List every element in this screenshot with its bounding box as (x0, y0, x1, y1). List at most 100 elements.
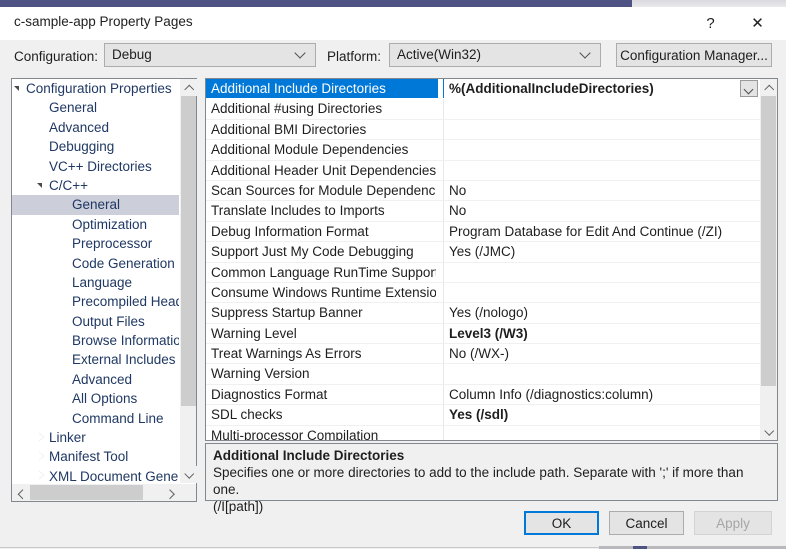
tree-item-advanced[interactable]: Advanced (12, 118, 179, 137)
tree-item-general[interactable]: General (12, 195, 179, 214)
property-value[interactable]: No (449, 181, 758, 200)
triangle-right-icon[interactable] (35, 467, 49, 483)
triangle-down-icon[interactable] (35, 176, 49, 195)
tree-vertical-scrollbar[interactable] (179, 79, 196, 483)
property-value[interactable]: Level3 (/W3) (449, 324, 758, 343)
property-row[interactable]: Consume Windows Runtime Extension (206, 283, 760, 303)
configuration-manager-button[interactable]: Configuration Manager... (616, 43, 772, 67)
configuration-dropdown[interactable]: Debug (104, 43, 316, 67)
property-row[interactable]: Treat Warnings As ErrorsNo (/WX-) (206, 344, 760, 364)
chevron-down-icon (581, 48, 592, 59)
triangle-right-icon[interactable] (35, 428, 49, 447)
tree-item-all-options[interactable]: All Options (12, 389, 179, 408)
tree-item-label: Advanced (49, 118, 109, 137)
property-value[interactable] (449, 161, 758, 180)
tree-item-general[interactable]: General (12, 98, 179, 117)
property-row[interactable]: Debug Information FormatProgram Database… (206, 222, 760, 242)
scroll-down-arrow-icon[interactable] (760, 423, 777, 440)
property-row[interactable]: Additional BMI Directories (206, 120, 760, 140)
property-value[interactable]: Yes (/JMC) (449, 242, 758, 261)
description-line-1: Specifies one or more directories to add… (213, 464, 770, 498)
property-row[interactable]: Additional Header Unit Dependencies (206, 161, 760, 181)
column-divider (443, 324, 444, 343)
property-row[interactable]: Suppress Startup BannerYes (/nologo) (206, 303, 760, 323)
tree-horizontal-scrollbar[interactable] (12, 483, 196, 501)
platform-dropdown[interactable]: Active(Win32) (389, 43, 601, 67)
column-divider (443, 99, 444, 118)
property-value[interactable] (449, 140, 758, 159)
tree-item-xml-document-generator[interactable]: XML Document Generator (12, 467, 179, 483)
property-value[interactable]: Program Database for Edit And Continue (… (449, 222, 758, 241)
tree-hscroll-thumb[interactable] (30, 485, 143, 500)
tree-item-language[interactable]: Language (12, 273, 179, 292)
tree-item-linker[interactable]: Linker (12, 428, 179, 447)
property-value[interactable]: No (449, 201, 758, 220)
triangle-right-icon[interactable] (35, 447, 49, 466)
tree-item-manifest-tool[interactable]: Manifest Tool (12, 447, 179, 466)
tree-item-output-files[interactable]: Output Files (12, 312, 179, 331)
grid-scroll-thumb[interactable] (761, 96, 776, 386)
property-value[interactable] (449, 99, 758, 118)
scroll-right-arrow-icon[interactable] (162, 484, 179, 501)
tree-item-command-line[interactable]: Command Line (12, 409, 179, 428)
property-row[interactable]: Additional #using Directories (206, 99, 760, 119)
tree-item-label: All Options (72, 389, 137, 408)
property-value[interactable]: No (/WX-) (449, 344, 758, 363)
scroll-up-arrow-icon[interactable] (180, 79, 197, 96)
cancel-button[interactable]: Cancel (609, 511, 684, 535)
grid-vertical-scrollbar[interactable] (760, 79, 777, 440)
tree-item-code-generation[interactable]: Code Generation (12, 254, 179, 273)
close-icon[interactable]: ✕ (735, 7, 780, 39)
property-grid[interactable]: Additional Include Directories%(Addition… (206, 79, 760, 440)
ok-button[interactable]: OK (524, 511, 599, 535)
scroll-up-arrow-icon[interactable] (760, 79, 777, 96)
tree-item-optimization[interactable]: Optimization (12, 215, 179, 234)
property-row[interactable]: Multi-processor Compilation (206, 426, 760, 440)
tree-item-preprocessor[interactable]: Preprocessor (12, 234, 179, 253)
title-bar: c-sample-app Property Pages ? ✕ (0, 7, 786, 40)
tree-item-label: Command Line (72, 409, 164, 428)
property-row[interactable]: Common Language RunTime Support (206, 263, 760, 283)
column-divider (443, 222, 444, 241)
help-icon[interactable]: ? (688, 7, 733, 39)
triangle-down-icon[interactable] (12, 79, 26, 98)
property-row[interactable]: Warning LevelLevel3 (/W3) (206, 324, 760, 344)
tree-item-label: Precompiled Headers (72, 292, 179, 311)
property-row[interactable]: Warning Version (206, 364, 760, 384)
property-value[interactable]: Column Info (/diagnostics:column) (449, 385, 758, 404)
property-value[interactable] (449, 426, 758, 440)
value-dropdown-button[interactable] (740, 80, 758, 97)
property-value[interactable]: Yes (/sdl) (449, 405, 758, 424)
tree-item-debugging[interactable]: Debugging (12, 137, 179, 156)
property-row[interactable]: Additional Include Directories%(Addition… (206, 79, 760, 99)
column-divider (443, 161, 444, 180)
property-row[interactable]: SDL checksYes (/sdl) (206, 405, 760, 425)
property-row[interactable]: Additional Module Dependencies (206, 140, 760, 160)
configuration-label: Configuration: (14, 49, 98, 64)
property-value[interactable]: %(AdditionalIncludeDirectories) (449, 79, 736, 98)
property-value[interactable] (449, 283, 758, 302)
property-name: Additional #using Directories (211, 99, 436, 118)
properties-tree[interactable]: Configuration PropertiesGeneralAdvancedD… (12, 79, 179, 483)
property-value[interactable] (449, 263, 758, 282)
column-divider (443, 79, 444, 98)
property-row[interactable]: Support Just My Code DebuggingYes (/JMC) (206, 242, 760, 262)
tree-scroll-thumb[interactable] (181, 96, 196, 406)
tree-item-browse-information[interactable]: Browse Information (12, 331, 179, 350)
column-divider (443, 140, 444, 159)
property-value[interactable] (449, 364, 758, 383)
tree-item-external-includes[interactable]: External Includes (12, 350, 179, 369)
property-value[interactable]: Yes (/nologo) (449, 303, 758, 322)
property-row[interactable]: Diagnostics FormatColumn Info (/diagnost… (206, 385, 760, 405)
property-name: Translate Includes to Imports (211, 201, 436, 220)
scroll-down-arrow-icon[interactable] (180, 466, 197, 483)
tree-item-vc-directories[interactable]: VC++ Directories (12, 157, 179, 176)
scroll-left-arrow-icon[interactable] (12, 484, 29, 501)
tree-item-precompiled-headers[interactable]: Precompiled Headers (12, 292, 179, 311)
property-row[interactable]: Scan Sources for Module DependenciesNo (206, 181, 760, 201)
tree-item-configuration-properties[interactable]: Configuration Properties (12, 79, 179, 98)
property-value[interactable] (449, 120, 758, 139)
tree-item-advanced[interactable]: Advanced (12, 370, 179, 389)
tree-item-c-c[interactable]: C/C++ (12, 176, 179, 195)
property-row[interactable]: Translate Includes to Imports No (206, 201, 760, 221)
